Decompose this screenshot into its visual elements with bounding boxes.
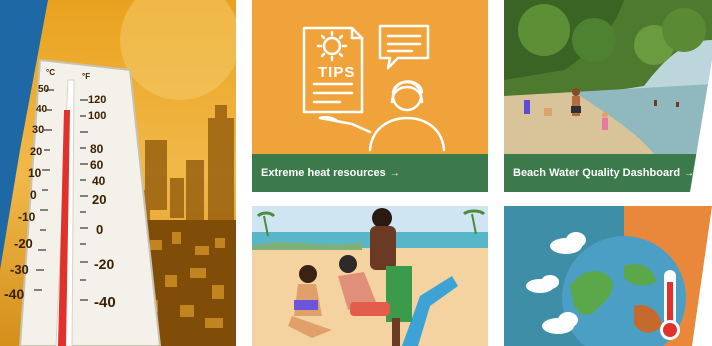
extreme-heat-link[interactable]: Extreme heat resources → xyxy=(252,154,488,192)
beach-water-quality-card[interactable]: Beach Water Quality Dashboard → xyxy=(504,0,712,192)
extreme-heat-resources-card[interactable]: TIPS Extreme heat resources → xyxy=(252,0,488,192)
sun-safety-illustration xyxy=(252,206,488,346)
extreme-heat-title: Extreme heat resources xyxy=(261,167,386,179)
sun-safety-card[interactable] xyxy=(252,206,488,346)
arrow-right-icon: → xyxy=(389,167,400,179)
tips-illustration xyxy=(302,24,446,152)
tips-text: TIPS xyxy=(318,64,356,81)
hero-thermometer-image: °C °F 120 100 80 60 40 20 0 -20 -40 50 4… xyxy=(0,0,236,346)
climate-illustration xyxy=(504,206,712,346)
blue-accent-band xyxy=(0,0,48,270)
tile-edge-mask xyxy=(690,60,712,192)
climate-card[interactable] xyxy=(504,206,712,346)
